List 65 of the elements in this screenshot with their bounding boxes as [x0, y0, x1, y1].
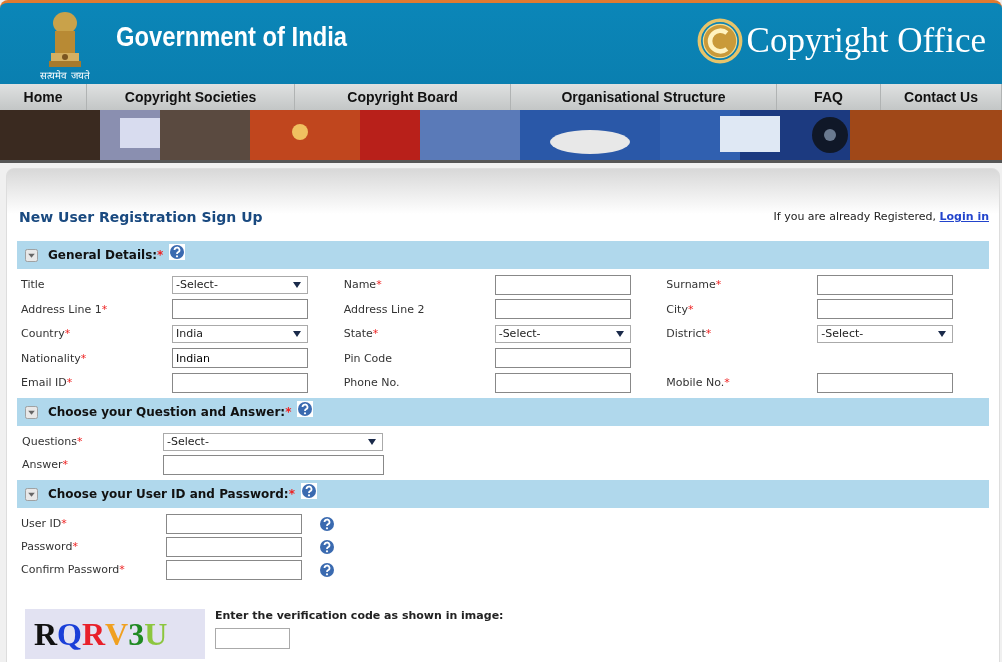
- input-field[interactable]: Indian: [172, 348, 308, 368]
- caret-icon: [615, 329, 624, 338]
- help-icon[interactable]: [319, 515, 335, 532]
- captcha-input[interactable]: [215, 628, 290, 649]
- field-label: Country*: [21, 327, 72, 340]
- collapse-toggle-icon[interactable]: [25, 405, 38, 419]
- field-label: Name*: [343, 278, 383, 291]
- office-title: Copyright Office: [746, 20, 986, 61]
- input-field[interactable]: [494, 299, 631, 319]
- input-field[interactable]: [166, 536, 302, 557]
- input-field[interactable]: [163, 454, 384, 475]
- caret-icon: [938, 329, 947, 338]
- caret-icon: [293, 280, 301, 289]
- section-header[interactable]: Choose your User ID and Password:*: [17, 480, 989, 508]
- section-header[interactable]: Choose your Question and Answer:*: [17, 398, 989, 426]
- field-label: Surname*: [666, 278, 723, 291]
- field-label: Password*: [21, 540, 79, 553]
- dropdown[interactable]: India: [172, 324, 308, 343]
- input-field[interactable]: [166, 559, 302, 580]
- field-label: Address Line 1*: [21, 302, 109, 316]
- field-label: Confirm Password*: [21, 563, 126, 576]
- help-icon[interactable]: [300, 483, 317, 499]
- dropdown[interactable]: -Select-: [494, 324, 631, 343]
- login-link[interactable]: Login in: [939, 210, 989, 223]
- page-title: New User Registration Sign Up: [19, 208, 263, 227]
- dropdown[interactable]: -Select-: [817, 324, 954, 343]
- field-label: User ID*: [21, 517, 68, 530]
- field-label: Nationality*: [21, 351, 88, 365]
- dropdown[interactable]: -Select-: [172, 275, 308, 294]
- input-field[interactable]: [817, 274, 954, 295]
- site-title: Government of India: [116, 22, 348, 53]
- caret-icon: [293, 329, 301, 338]
- field-label: Mobile No.*: [666, 376, 731, 389]
- field-label: Questions*: [21, 435, 84, 448]
- field-label: Answer*: [21, 458, 69, 471]
- help-icon[interactable]: [319, 561, 335, 578]
- field-label: Address Line 2: [343, 302, 426, 316]
- input-field[interactable]: [172, 299, 308, 319]
- input-field[interactable]: [172, 372, 308, 393]
- collapse-toggle-icon[interactable]: [25, 248, 38, 262]
- caret-icon: [368, 437, 376, 446]
- field-label: Email ID*: [21, 376, 74, 389]
- section-header[interactable]: General Details:*: [17, 241, 989, 269]
- copyright-logo-icon: [696, 17, 743, 64]
- emblem-motto: सत्यमेव जयते: [40, 69, 90, 82]
- field-label: Title: [21, 278, 46, 291]
- dropdown[interactable]: -Select-: [163, 432, 383, 451]
- help-icon[interactable]: [297, 401, 314, 417]
- login-prompt: If you are already Registered, Login in: [773, 210, 989, 225]
- collapse-toggle-icon[interactable]: [25, 487, 38, 501]
- input-field[interactable]: [494, 372, 631, 393]
- field-label: District*: [666, 327, 713, 340]
- field-label: City*: [666, 302, 695, 316]
- field-label: Pin Code: [344, 351, 394, 365]
- help-icon[interactable]: [169, 244, 186, 260]
- input-field[interactable]: [495, 348, 631, 368]
- help-icon[interactable]: [319, 538, 335, 555]
- input-field[interactable]: [817, 299, 954, 319]
- field-label: State*: [343, 327, 380, 340]
- input-field[interactable]: [817, 372, 954, 393]
- field-label: Phone No.: [343, 376, 401, 389]
- captcha-image: RQRV3U: [25, 609, 205, 659]
- input-field[interactable]: [494, 274, 631, 295]
- input-field[interactable]: [166, 513, 302, 534]
- captcha-prompt: Enter the verification code as shown in image:: [215, 609, 504, 622]
